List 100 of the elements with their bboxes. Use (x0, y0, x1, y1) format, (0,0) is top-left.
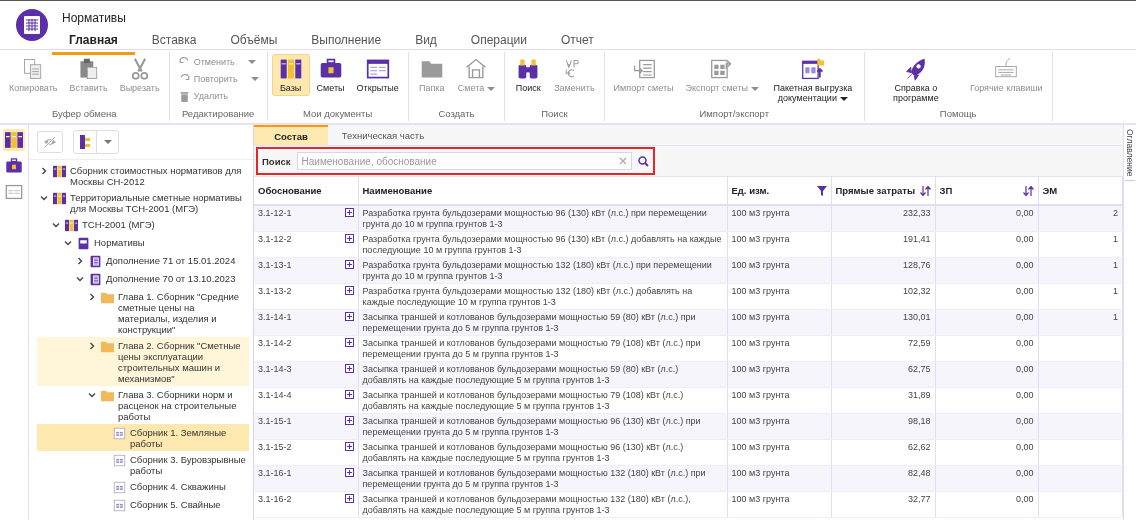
table-icon (113, 480, 126, 494)
ribbon-button-icon (464, 57, 489, 81)
content-tab[interactable]: Техническая часть (328, 125, 438, 145)
tree-item[interactable]: Сборник стоимостных нормативов для Москвы СН-2012 (37, 162, 249, 189)
table-icon (113, 426, 126, 440)
table-cell: 0,00 (935, 231, 1038, 258)
search-icon[interactable] (637, 155, 649, 167)
tree-item[interactable]: Дополнение 70 от 13.10.2023 (37, 270, 249, 288)
tree-item[interactable]: Дополнение 71 от 15.01.2024 (37, 252, 249, 270)
chevron-right-icon[interactable] (39, 165, 49, 176)
table-cell: Засыпка траншей и котлованов бульдозерами мощностью 132 (180) кВт (л.с.), добавлять на каждые последующие 5 м группа грунтов 1-3 (358, 491, 727, 518)
table-window-icon (5, 183, 23, 201)
menu-tab[interactable]: Отчет (544, 29, 611, 55)
ribbon-button[interactable]: Пакетная выгрузка документации (765, 54, 860, 106)
table-cell: 100 м3 грунта (727, 205, 831, 232)
code-text: 3.1-13-1 (258, 260, 292, 271)
table-icon (113, 498, 126, 512)
table-cell: 0,00 (935, 309, 1038, 336)
sort-icon[interactable] (919, 185, 931, 196)
table-cell: Разработка грунта бульдозерами мощностью 96 (130) кВт (л.с.) добавлять на каждые последующие 10 м группа грунтов 1-3 (358, 231, 727, 258)
menu-tab[interactable]: Выполнение (294, 29, 399, 55)
table-cell: 0,00 (935, 387, 1038, 414)
table-cell: Засыпка траншей и котлованов бульдозерами мощностью 79 (108) кВт (л.с.) добавлять на каждые последующие 5 м группа грунтов 1-3 (358, 387, 727, 414)
ribbon-button[interactable]: Сметы (311, 54, 350, 96)
tree-item[interactable]: Глава 3. Сборники норм и расценок на строительные работы (37, 386, 249, 424)
database-icon (53, 191, 66, 205)
code-text: 3.1-16-1 (258, 468, 292, 479)
table-cell: 82,48 (831, 465, 935, 492)
expand-icon[interactable] (344, 468, 354, 477)
table-cell: 100 м3 грунта (727, 231, 831, 258)
tree-item[interactable]: Сборник 3. Буровзрывные работы (37, 451, 249, 478)
table-cell: 100 м3 грунта (727, 309, 831, 336)
search-field[interactable]: Наименование, обоснование (296, 152, 632, 170)
group-label: Мои документы (302, 108, 374, 121)
expand-icon[interactable] (344, 338, 354, 347)
expand-icon[interactable] (344, 364, 354, 373)
menu-tab[interactable]: Главная (52, 29, 135, 55)
expand-icon[interactable] (344, 416, 354, 425)
nav-button[interactable] (3, 129, 25, 151)
chevron-right-icon[interactable] (87, 291, 97, 302)
menu-tab[interactable]: Операции (453, 29, 544, 55)
table-cell: 0,00 (935, 283, 1038, 310)
table-cell: Засыпка траншей и котлованов бульдозерами мощностью 96 (130) кВт (л.с.) добавлять на каждые последующие 5 м группа грунтов 1-3 (358, 439, 727, 466)
expand-icon[interactable] (344, 442, 354, 451)
tree-view-button[interactable] (73, 130, 119, 154)
tree-item[interactable]: Сборник 4. Скважины (37, 478, 249, 496)
content-tab[interactable]: Состав (254, 125, 328, 145)
chevron-right-icon[interactable] (75, 255, 85, 266)
tree-item[interactable]: Глава 1. Сборник "Средние сметные цены на материалы, изделия и конструкции" (37, 288, 249, 337)
expand-icon[interactable] (344, 260, 354, 269)
ribbon-button[interactable]: Справка о программе (868, 54, 963, 106)
code-text: 3.1-14-1 (258, 312, 292, 323)
tree-item[interactable]: Сборник 1. Земляные работы (37, 424, 249, 451)
folder-icon (101, 290, 114, 304)
table-cell: 0,00 (935, 465, 1038, 492)
tree-item[interactable]: Глава 2. Сборник "Сметные цены эксплуатации строительных машин и механизмов" (37, 337, 249, 386)
group-label: Буфер обмена (51, 108, 118, 121)
database-icon (53, 164, 66, 178)
table-cell: 128,76 (831, 257, 935, 284)
folder-icon (101, 388, 114, 402)
briefcase-icon (5, 157, 23, 175)
side-tab[interactable]: Оглавление (1125, 125, 1135, 182)
expand-icon[interactable] (344, 208, 354, 217)
expand-icon[interactable] (344, 390, 354, 399)
table-cell: 1 (1038, 257, 1123, 284)
ribbon-button[interactable]: Поиск (509, 54, 548, 96)
table-cell: 100 м3 грунта (727, 465, 831, 492)
table-cell: 0,00 (935, 335, 1038, 362)
book-icon (77, 236, 90, 250)
document-icon (89, 272, 102, 286)
table-cell: Разработка грунта бульдозерами мощностью 96 (130) кВт (л.с.) при перемещении грунта до 10 м группа грунтов 1-3 (358, 205, 727, 232)
table-cell: 100 м3 грунта (727, 335, 831, 362)
tree-item[interactable]: ТСН-2001 (МГЭ) (37, 216, 249, 234)
tree-item[interactable]: Территориальные сметные нормативы для Москвы ТСН-2001 (МГЭ) (37, 189, 249, 216)
filter-icon[interactable] (816, 185, 827, 196)
table-cell: 0,00 (935, 361, 1038, 388)
expand-icon[interactable] (344, 312, 354, 321)
expand-icon[interactable] (344, 234, 354, 243)
expand-icon[interactable] (344, 494, 354, 503)
expand-icon[interactable] (344, 286, 354, 295)
menu-tab[interactable]: Вид (398, 29, 454, 55)
table-cell: 0,00 (935, 413, 1038, 440)
tree-item[interactable]: Сборник 5. Свайные (37, 496, 249, 514)
table-cell: 191,41 (831, 231, 935, 258)
menu-tab[interactable]: Объёмы (213, 29, 295, 55)
code-text: 3.1-14-4 (258, 390, 292, 401)
table-cell: 98,18 (831, 413, 935, 440)
table-cell: 100 м3 грунта (727, 439, 831, 466)
sort-icon[interactable] (1022, 185, 1034, 196)
tree-item[interactable]: Нормативы (37, 234, 249, 252)
folder-icon (101, 339, 114, 353)
ribbon-button[interactable]: Открытые (351, 54, 404, 96)
ribbon-button-icon (365, 57, 390, 81)
table-cell: 0,00 (935, 257, 1038, 284)
menu-tab[interactable]: Вставка (134, 29, 214, 55)
table-cell: 2 (1038, 205, 1123, 232)
ribbon-button[interactable]: Базы (271, 54, 310, 96)
chevron-right-icon[interactable] (87, 340, 97, 351)
ribbon-button-icon (278, 57, 303, 81)
group-label: Помощь (938, 108, 978, 121)
